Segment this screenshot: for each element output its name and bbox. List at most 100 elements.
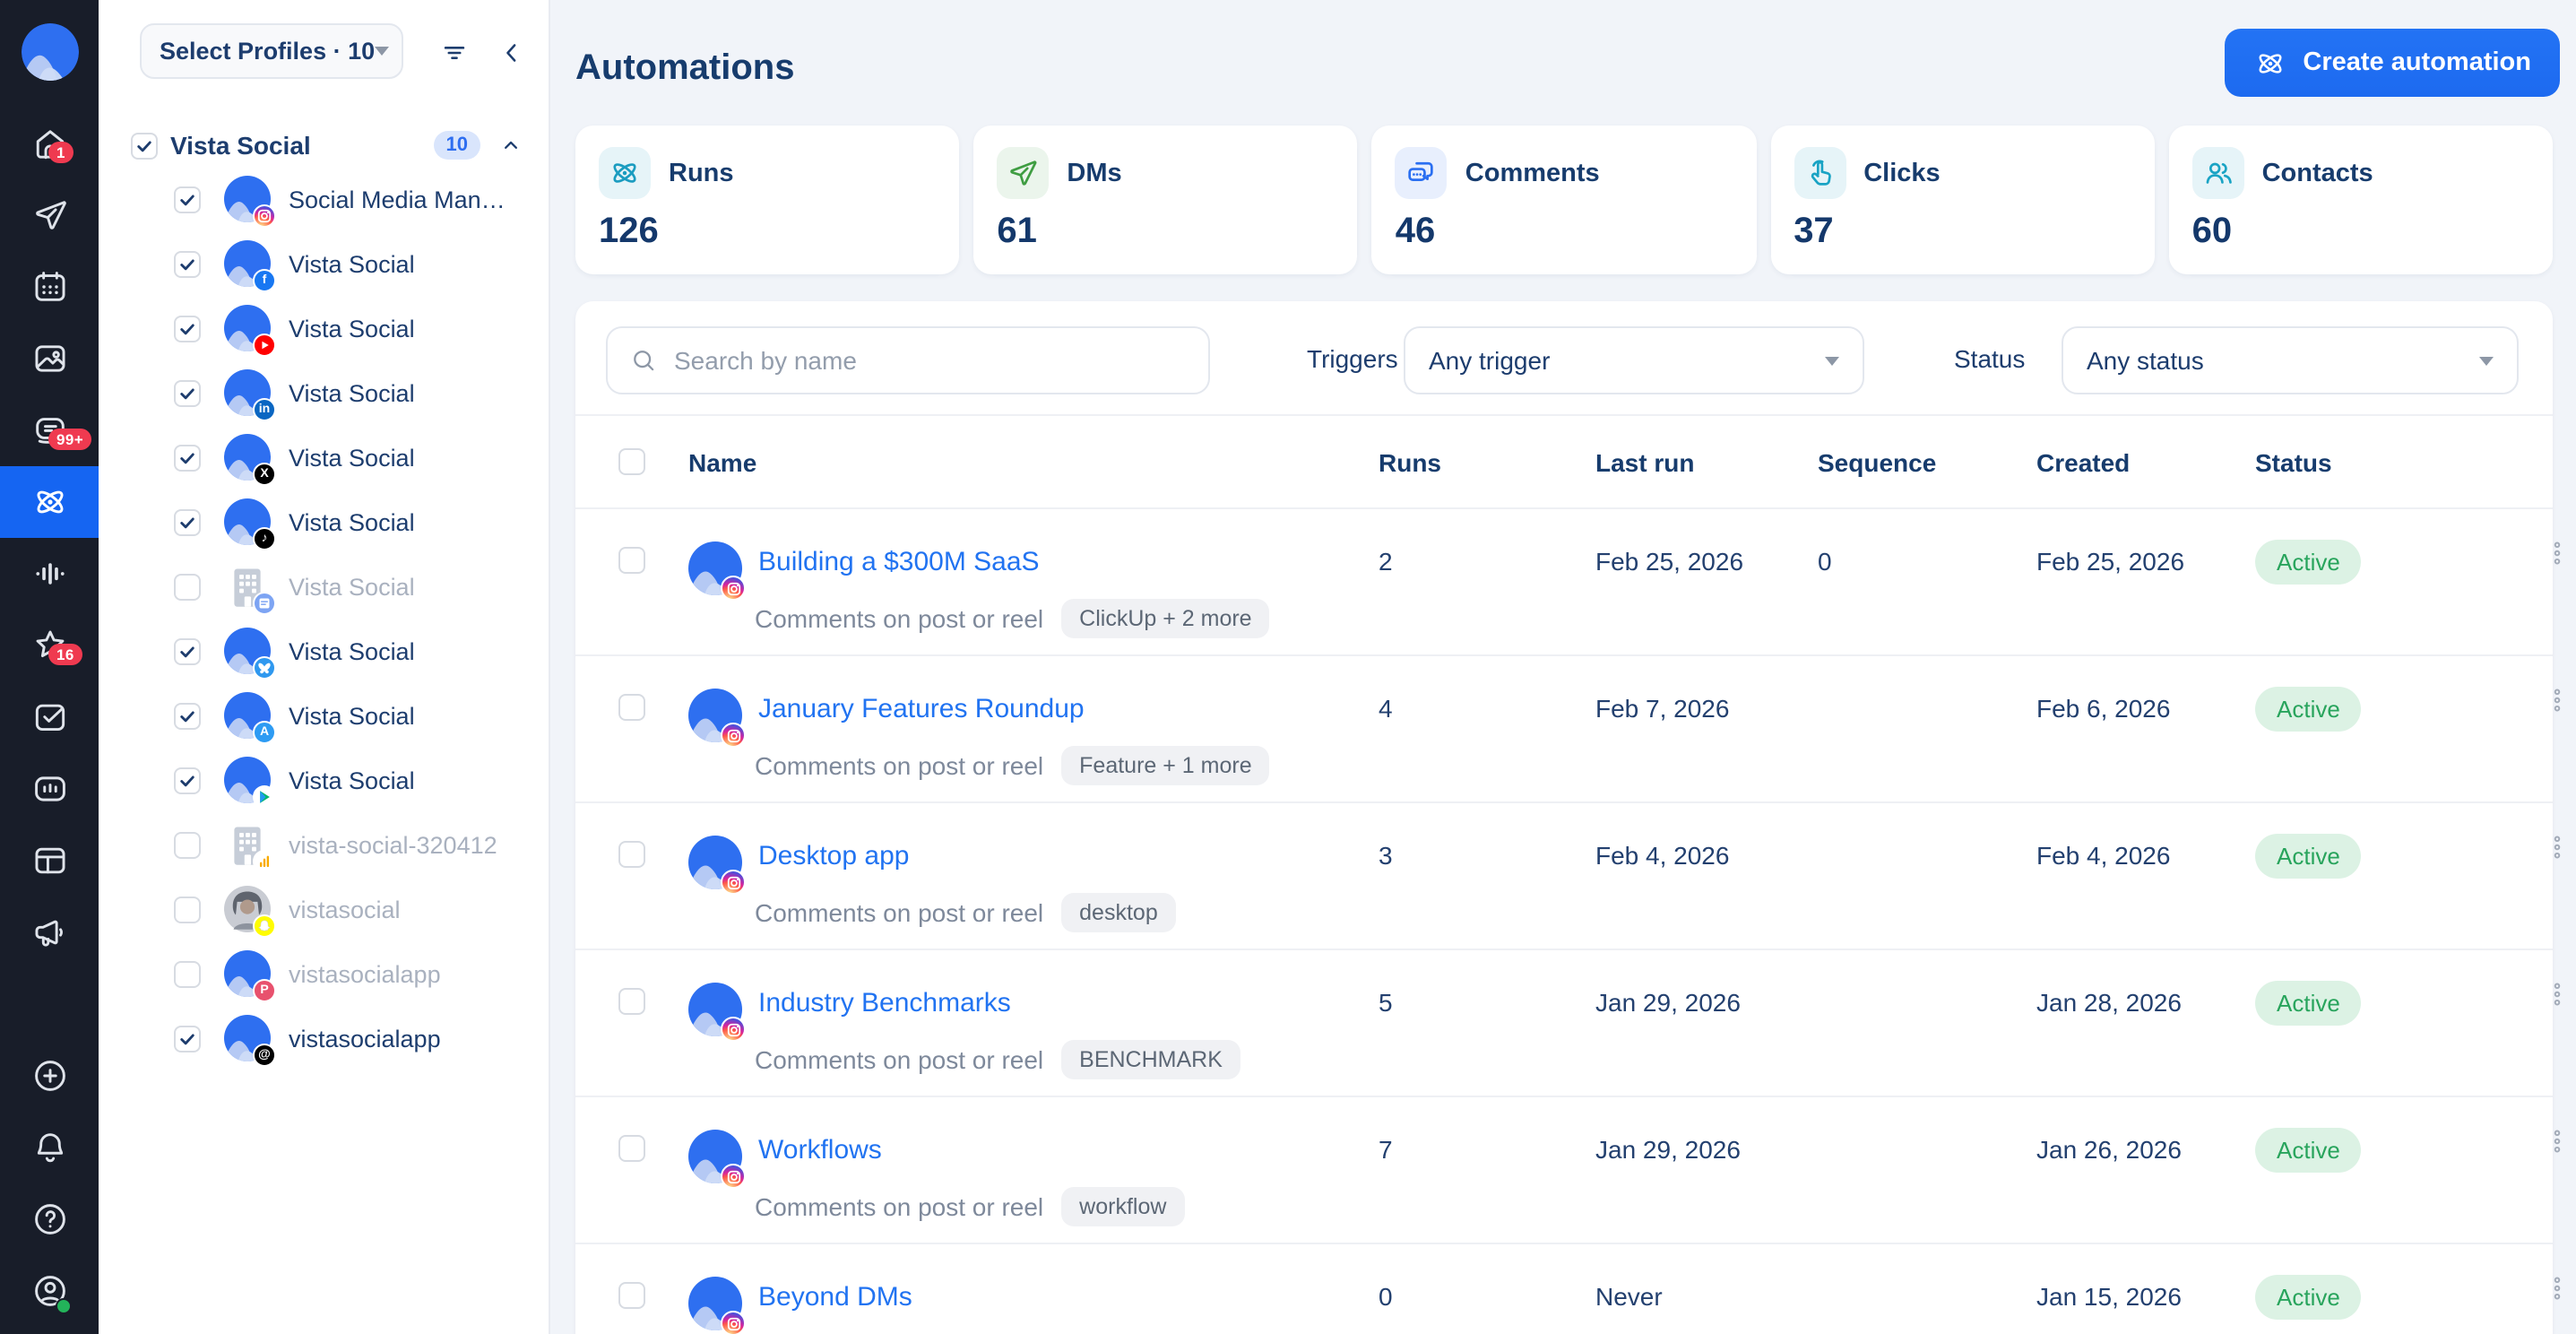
check-icon [177, 189, 197, 209]
column-header[interactable]: Name [688, 447, 1379, 476]
profile-row[interactable]: vistasocial [99, 877, 549, 941]
search-box[interactable] [606, 326, 1210, 394]
profile-checkbox[interactable] [174, 573, 201, 600]
rail-item-reviews[interactable]: 16 [0, 610, 99, 681]
profile-label: Social Media Managem… [289, 186, 518, 212]
search-input[interactable] [674, 346, 1187, 375]
last-run-cell: Jan 29, 2026 [1595, 950, 1818, 1096]
profile-checkbox[interactable] [174, 960, 201, 987]
rail-item-reports[interactable] [0, 753, 99, 825]
rail-items: 1 99+ 16 [0, 108, 99, 968]
linkedin-icon: in [253, 398, 276, 421]
profile-checkbox[interactable] [174, 379, 201, 406]
column-header[interactable]: Last run [1595, 447, 1818, 476]
rail-item-add[interactable] [0, 1040, 99, 1112]
rail-item-advocacy[interactable] [0, 897, 99, 968]
row-menu-button[interactable] [2510, 803, 2572, 949]
row-checkbox[interactable] [618, 841, 645, 868]
profile-group-row[interactable]: Vista Social 10 [99, 124, 549, 167]
rail-item-listening[interactable] [0, 538, 99, 610]
stat-value: 126 [599, 212, 936, 253]
row-menu-button[interactable] [2510, 950, 2572, 1096]
rail-item-calendar[interactable] [0, 251, 99, 323]
automation-name-link[interactable]: Beyond DMs [758, 1282, 912, 1334]
threads-icon: @ [253, 1044, 276, 1067]
profile-group-label: Vista Social [170, 131, 311, 160]
collapse-sidebar-button[interactable] [489, 30, 532, 74]
status-filter-select[interactable]: Any status [2062, 326, 2519, 394]
column-header[interactable]: Created [2036, 447, 2255, 476]
trigger-filter-select[interactable]: Any trigger [1404, 326, 1864, 394]
profile-row[interactable]: in Vista Social [99, 360, 549, 425]
profile-checkbox[interactable] [174, 767, 201, 793]
row-menu-button[interactable] [2510, 656, 2572, 801]
profile-row[interactable]: fVista Social [99, 231, 549, 296]
triggers-label: Triggers [1307, 301, 1398, 416]
vista-social-logo[interactable] [21, 23, 78, 81]
profile-row[interactable]: Vista Social [99, 619, 549, 683]
row-menu-button[interactable] [2510, 1097, 2572, 1243]
row-checkbox[interactable] [618, 988, 645, 1015]
profile-row[interactable]: vista-social-320412 [99, 812, 549, 877]
profile-checkbox[interactable] [174, 831, 201, 858]
row-trigger: Comments on post or reelworkflow [755, 1187, 1184, 1226]
profile-row[interactable]: AVista Social [99, 683, 549, 748]
row-trigger: Comments on post or reelFeature + 1 more [755, 746, 1270, 785]
stat-label: Comments [1465, 159, 1600, 187]
profile-checkbox[interactable] [174, 896, 201, 923]
collapse-group-button[interactable] [498, 133, 523, 158]
profile-row[interactable]: XVista Social [99, 425, 549, 489]
profile-checkbox[interactable] [174, 186, 201, 212]
rail-item-publish[interactable] [0, 179, 99, 251]
profile-row[interactable]: Vista Social [99, 296, 549, 360]
profile-checkbox[interactable] [174, 637, 201, 664]
column-header[interactable]: Sequence [1818, 447, 2036, 476]
rail-item-pages[interactable] [0, 825, 99, 897]
rail-item-media[interactable] [0, 323, 99, 394]
row-menu-button[interactable] [2510, 1244, 2572, 1334]
row-checkbox[interactable] [618, 1282, 645, 1309]
row-checkbox[interactable] [618, 1135, 645, 1162]
rail-item-automations[interactable] [0, 466, 99, 538]
sequence-cell [1818, 656, 2036, 801]
profile-checkbox[interactable] [174, 1025, 201, 1052]
filter-profiles-button[interactable] [432, 30, 475, 74]
rail-item-account[interactable] [0, 1255, 99, 1327]
profile-avatar: A [224, 692, 271, 739]
status-badge: Active [2255, 540, 2362, 585]
rail-item-notifications[interactable] [0, 1112, 99, 1183]
group-checkbox[interactable] [131, 132, 158, 159]
row-checkbox[interactable] [618, 547, 645, 574]
profile-row[interactable]: Social Media Managem… [99, 167, 549, 231]
created-cell: Jan 28, 2026 [2036, 950, 2255, 1096]
profile-checkbox[interactable] [174, 444, 201, 471]
sequence-cell: 0 [1818, 509, 2036, 654]
trigger-keywords-tag: Feature + 1 more [1061, 746, 1269, 785]
column-header[interactable]: Status [2255, 447, 2510, 476]
rail-item-help[interactable] [0, 1183, 99, 1255]
select-profiles-dropdown[interactable]: Select Profiles · 10 [140, 23, 403, 79]
profile-checkbox[interactable] [174, 250, 201, 277]
profile-row[interactable]: Vista Social [99, 554, 549, 619]
stat-card-dms: DMs61 [973, 126, 1357, 274]
notification-badge: 1 [48, 142, 73, 164]
profile-row[interactable]: Vista Social [99, 748, 549, 812]
profile-row[interactable]: @vistasocialapp [99, 1006, 549, 1070]
profile-row[interactable]: ♪Vista Social [99, 489, 549, 554]
profile-checkbox[interactable] [174, 315, 201, 342]
row-menu-button[interactable] [2510, 509, 2572, 654]
profile-label: Vista Social [289, 379, 415, 406]
profile-checkbox[interactable] [174, 702, 201, 729]
column-header[interactable]: Runs [1379, 447, 1595, 476]
profile-checkbox[interactable] [174, 508, 201, 535]
rail-item-inbox[interactable]: 99+ [0, 394, 99, 466]
rail-item-home[interactable]: 1 [0, 108, 99, 179]
select-all-checkbox[interactable] [618, 448, 645, 475]
profile-row[interactable]: Pvistasocialapp [99, 941, 549, 1006]
rail-item-tasks[interactable] [0, 681, 99, 753]
row-checkbox[interactable] [618, 694, 645, 721]
create-automation-button[interactable]: Create automation [2224, 29, 2560, 97]
search-icon [629, 346, 658, 375]
last-run-cell: Never [1595, 1244, 1818, 1334]
check-icon [177, 383, 197, 403]
